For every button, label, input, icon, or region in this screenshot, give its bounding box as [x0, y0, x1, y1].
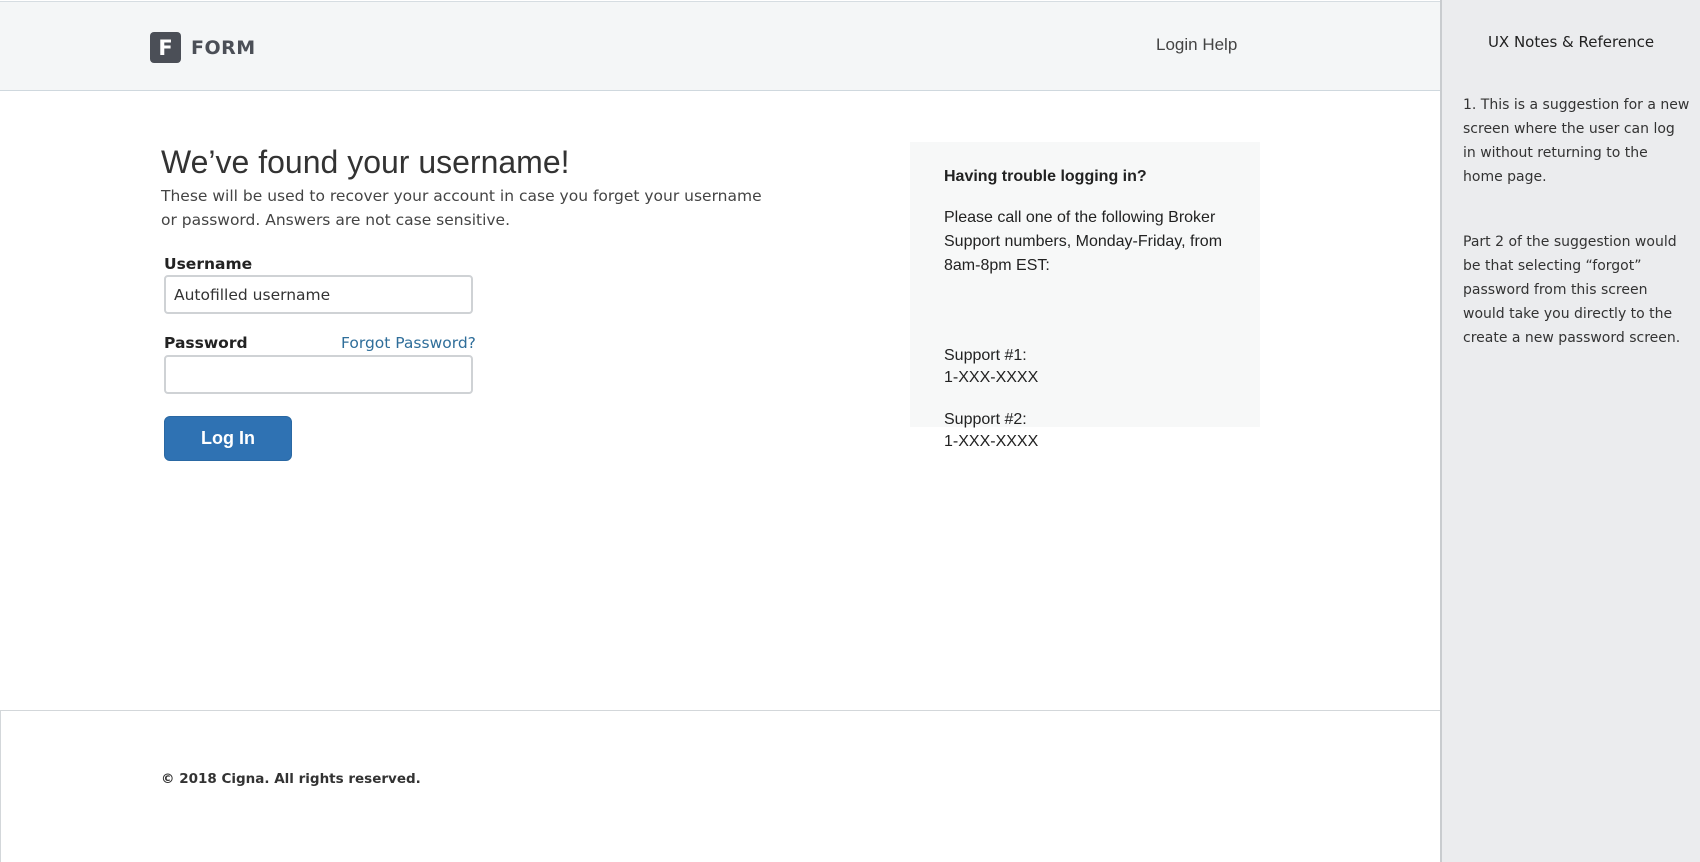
support-label: Support #2: [944, 411, 1027, 428]
support-number: 1-XXX-XXXX [944, 369, 1039, 386]
logo-text: FORM [191, 36, 256, 59]
page-subtitle: These will be used to recover your accou… [161, 187, 762, 229]
support-item: Support #2: 1-XXX-XXXX [944, 409, 1038, 453]
notes-title: UX Notes & Reference [1487, 33, 1655, 51]
ux-notes-panel: UX Notes & Reference 1. This is a sugges… [1440, 0, 1700, 862]
logo[interactable]: F FORM [150, 32, 256, 63]
site-footer: © 2018 Cigna. All rights reserved. [0, 710, 1440, 862]
log-in-button[interactable]: Log In [164, 416, 292, 461]
support-item: Support #1: 1-XXX-XXXX [944, 345, 1038, 389]
username-label: Username [164, 255, 253, 273]
password-label: Password [164, 334, 248, 352]
site-header: F FORM Login Help [0, 1, 1440, 91]
help-body: Please call one of the following Broker … [944, 209, 1223, 274]
forgot-password-link[interactable]: Forgot Password? [341, 334, 476, 352]
help-card: Having trouble logging in? Please call o… [910, 142, 1260, 450]
main-area: F FORM Login Help We’ve found your usern… [0, 0, 1440, 862]
logo-mark-icon: F [150, 32, 181, 63]
help-title: Having trouble logging in? [944, 168, 1147, 185]
username-input[interactable] [164, 275, 473, 314]
password-input[interactable] [164, 355, 473, 394]
support-label: Support #1: [944, 347, 1027, 364]
main-content: We’ve found your username! These will be… [0, 92, 1440, 710]
copyright-text: © 2018 Cigna. All rights reserved. [161, 771, 421, 787]
page-title: We’ve found your username! [161, 144, 570, 180]
support-number: 1-XXX-XXXX [944, 433, 1039, 450]
note-item: Part 2 of the suggestion would be that s… [1463, 234, 1681, 346]
login-help-link[interactable]: Login Help [1156, 35, 1237, 55]
note-item: 1. This is a suggestion for a new screen… [1463, 97, 1690, 185]
